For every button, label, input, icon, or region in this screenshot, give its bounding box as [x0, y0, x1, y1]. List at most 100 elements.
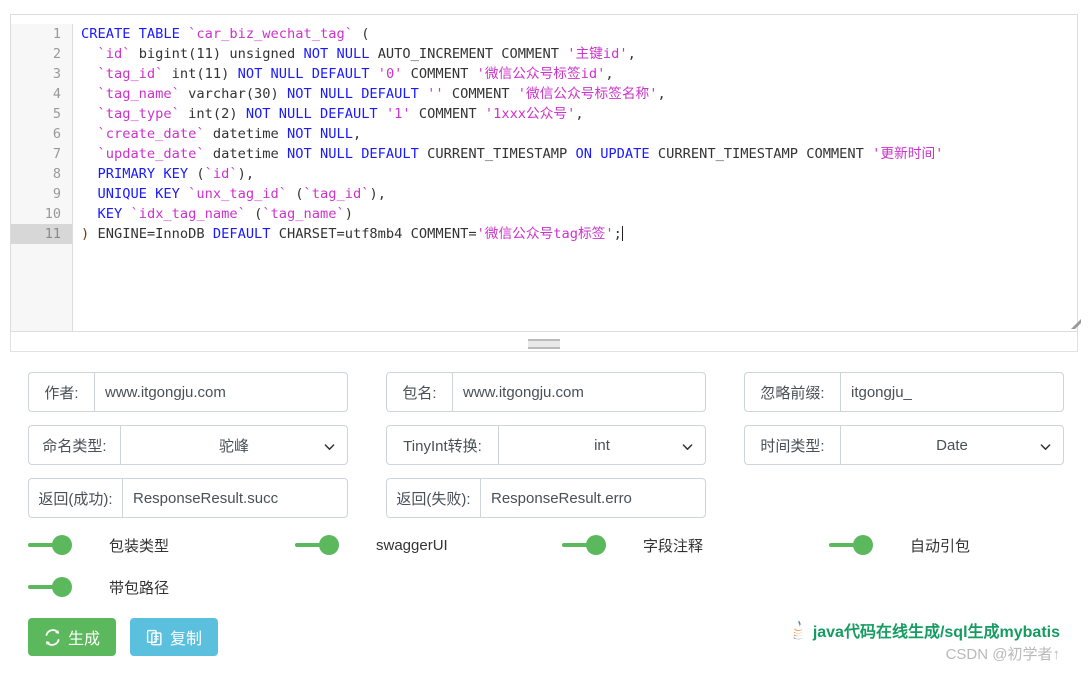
toggle-with-package-path[interactable] [28, 577, 80, 597]
generate-button[interactable]: 生成 [28, 618, 117, 656]
code-line: KEY `idx_tag_name` (`tag_name`) [81, 204, 1077, 224]
naming-type-label: 命名类型: [28, 425, 120, 465]
code-token: '1xxx公众号' [484, 106, 576, 122]
form-grid: 作者: 包名: 忽略前缀: 命名类型: 驼峰 TinyInt转换: int 时间类型: Date… [28, 372, 1064, 531]
code-token: ON UPDATE [575, 146, 650, 162]
code-line: PRIMARY KEY (`id`), [81, 164, 1077, 184]
return-failure-input[interactable] [480, 478, 706, 518]
toggle-auto-import[interactable] [829, 535, 881, 555]
author-input[interactable] [94, 372, 348, 412]
code-token: `idx_tag_name` [130, 206, 246, 222]
code-token: NOT NULL [303, 46, 370, 62]
naming-type-select[interactable]: 驼峰 [120, 425, 348, 465]
code-token: CURRENT_TIMESTAMP COMMENT [649, 146, 873, 162]
toggle-wrapper-type[interactable] [28, 535, 80, 555]
line-number: 2 [52, 46, 61, 62]
sql-editor-panel[interactable]: 1 2 3 4 5 6 7 8 9 10 11 CREATE TABLE `car_biz_wech… [10, 14, 1078, 332]
return-failure-label: 返回(失败): [386, 478, 480, 518]
package-name-input[interactable] [452, 372, 706, 412]
return-success-label: 返回(成功): [28, 478, 122, 518]
form-column: 忽略前缀: [744, 372, 1064, 412]
line-number: 5 [52, 106, 61, 122]
code-token: datetime [204, 146, 288, 162]
code-line: CREATE TABLE `car_biz_wechat_tag` ( [81, 24, 1077, 44]
code-token: '' [427, 86, 444, 102]
code-token: `car_biz_wechat_tag` [188, 26, 353, 42]
switch-cell: 自动引包 [829, 535, 1088, 556]
copy-icon [146, 629, 163, 646]
switch-grid: 包装类型 swaggerUI 字段注释 自动引包 带包路径 [28, 524, 1060, 608]
code-line: `tag_type` int(2) NOT NULL DEFAULT '1' C… [81, 104, 1077, 124]
code-token: '更新时间' [872, 146, 944, 162]
line-number: 4 [52, 86, 61, 102]
code-line: ) ENGINE=InnoDB DEFAULT CHARSET=utf8mb4 … [81, 224, 1077, 244]
line-number: 1 [52, 26, 61, 42]
line-number: 7 [52, 146, 61, 162]
input-group-author: 作者: [28, 372, 348, 412]
editor-code-area[interactable]: CREATE TABLE `car_biz_wechat_tag` ( `id`… [73, 24, 1077, 331]
form-column: 时间类型: Date [744, 425, 1064, 465]
toggle-field-comment[interactable] [562, 535, 614, 555]
code-token: ( [188, 166, 205, 182]
brand-line: java代码在线生成/sql生成mybatis [660, 618, 1060, 642]
code-line: `tag_name` varchar(30) NOT NULL DEFAULT … [81, 84, 1077, 104]
code-token: `update_date` [97, 146, 205, 162]
code-token: int(2) [179, 106, 246, 122]
code-token: '1' [385, 106, 411, 122]
line-number: 8 [52, 166, 61, 182]
toggle-swagger-ui-label: swaggerUI [376, 536, 448, 554]
form-row: 返回(成功): 返回(失败): [28, 478, 1060, 518]
code-token: , [627, 46, 636, 62]
editor-body[interactable]: 1 2 3 4 5 6 7 8 9 10 11 CREATE TABLE `car_biz_wech… [11, 24, 1077, 331]
toggle-knob [319, 535, 339, 555]
input-group-package-name: 包名: [386, 372, 706, 412]
toggle-with-package-path-label: 带包路径 [109, 579, 170, 597]
switch-cell: swaggerUI [295, 535, 562, 555]
code-token: KEY [97, 206, 123, 222]
code-token: ( [352, 26, 370, 42]
ignore-prefix-label: 忽略前缀: [744, 372, 840, 412]
copy-button[interactable]: 复制 [130, 618, 219, 656]
brand-text: java代码在线生成/sql生成mybatis [812, 624, 1060, 641]
editor-resize-grip-icon[interactable] [1070, 318, 1082, 330]
form-row: 作者: 包名: 忽略前缀: [28, 372, 1064, 412]
input-group-naming-type: 命名类型: 驼峰 [28, 425, 348, 465]
code-token: `tag_id` [97, 66, 164, 82]
code-token: COMMENT [410, 106, 485, 122]
input-group-ignore-prefix: 忽略前缀: [744, 372, 1064, 412]
generator-options-panel: 作者: 包名: 忽略前缀: 命名类型: 驼峰 TinyInt转换: int 时间类型: Date… [0, 356, 1088, 678]
return-success-input[interactable] [122, 478, 348, 518]
input-group-return-success: 返回(成功): [28, 478, 348, 518]
switch-cell: 带包路径 [28, 577, 295, 598]
chevron-down-icon [1040, 440, 1051, 451]
code-token: `tag_type` [97, 106, 180, 122]
java-icon [792, 620, 806, 640]
editor-splitter[interactable] [10, 332, 1078, 352]
form-column: 包名: [386, 372, 706, 412]
ignore-prefix-input[interactable] [840, 372, 1064, 412]
footer-brand: java代码在线生成/sql生成mybatis CSDN @初学者↑ [660, 618, 1060, 664]
form-column: 返回(成功): [28, 478, 348, 518]
editor-line-number-gutter: 1 2 3 4 5 6 7 8 9 10 11 [11, 24, 73, 331]
code-token: , [575, 106, 584, 122]
tinyint-convert-select[interactable]: int [498, 425, 706, 465]
code-token: AUTO_INCREMENT COMMENT [369, 46, 568, 62]
refresh-icon [44, 628, 61, 646]
toggle-swagger-ui[interactable] [295, 535, 347, 555]
code-token: '微信公众号tag标签' [476, 226, 614, 242]
code-token: '微信公众号标签id' [476, 66, 606, 82]
code-token: `tag_id` [303, 186, 370, 202]
tinyint-convert-selected-value: int [594, 436, 610, 454]
splitter-grip-icon[interactable] [528, 339, 560, 349]
csdn-watermark: CSDN @初学者↑ [945, 646, 1060, 663]
date-type-select[interactable]: Date [840, 425, 1064, 465]
code-token: `unx_tag_id` [188, 186, 288, 202]
line-number: 9 [52, 186, 61, 202]
